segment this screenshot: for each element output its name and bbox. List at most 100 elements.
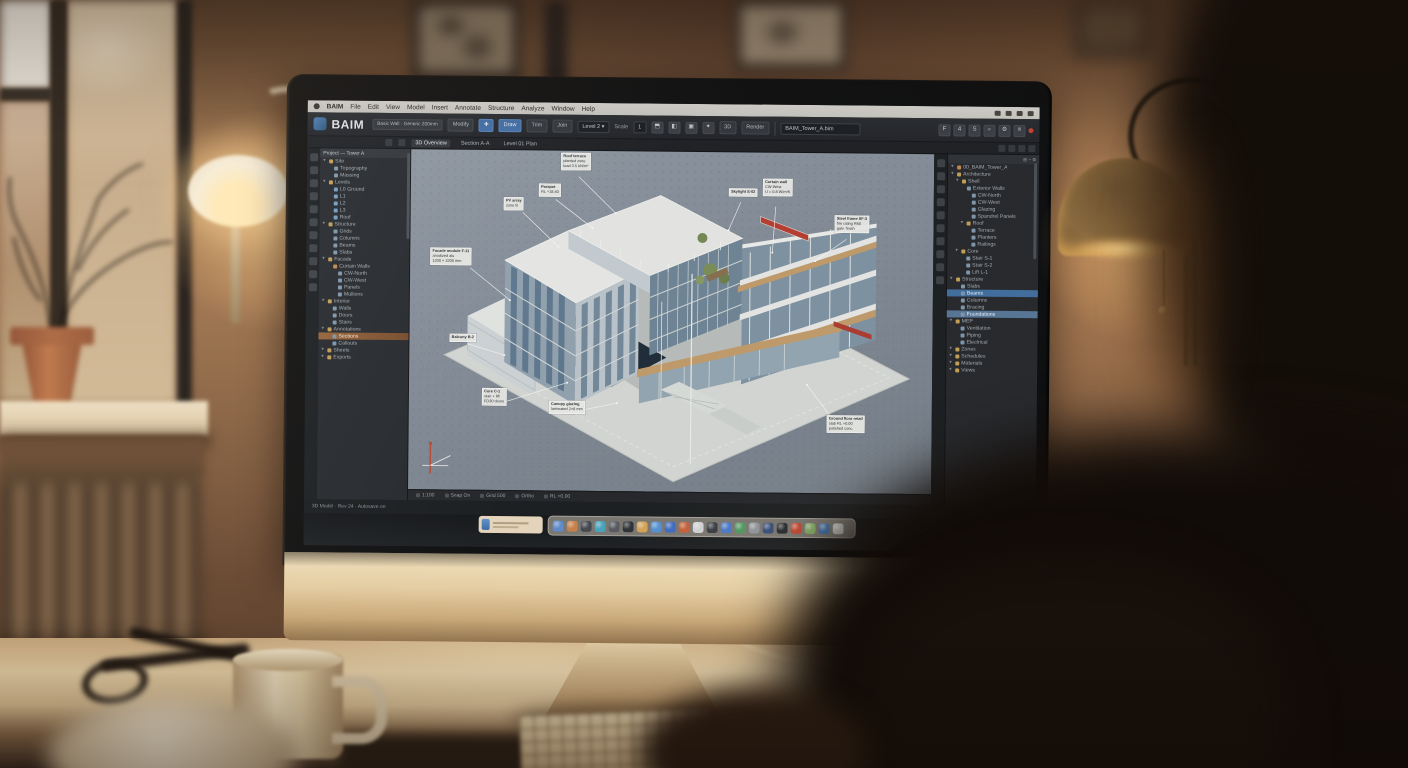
right-tool-icon-4[interactable] [936, 211, 944, 219]
dock-icon-camera[interactable] [581, 520, 592, 531]
toolbar-right-icon-2[interactable]: ≡ [1013, 124, 1025, 136]
control-center-icon[interactable] [1028, 111, 1034, 116]
left-tool-icon-10[interactable] [308, 283, 316, 291]
menu-item-baim[interactable]: BAIM [327, 103, 344, 110]
toolbar-button-trim[interactable]: Trim [526, 120, 547, 132]
dock-icon-word[interactable] [763, 522, 774, 533]
tab-level-01-plan[interactable]: Level 01 Plan [500, 140, 541, 148]
viewport-status-item[interactable]: Ortho [515, 493, 534, 499]
dock-icon-terminal[interactable] [623, 521, 634, 532]
dock-icon-appstore[interactable] [651, 521, 662, 532]
dock-icon-notes[interactable] [693, 521, 704, 532]
dock-icon-sheets[interactable] [735, 522, 746, 533]
right-tool-icon-3[interactable] [936, 198, 944, 206]
menu-item-model[interactable]: Model [407, 104, 425, 111]
draw-tool-button[interactable]: Draw [499, 120, 522, 132]
tree-row[interactable]: ▾Views [946, 366, 1037, 374]
notification-widget[interactable] [479, 516, 543, 534]
wifi-icon[interactable] [995, 110, 1001, 115]
callout-annotation[interactable]: Skylight S-02 [729, 188, 758, 196]
left-tool-icon-0[interactable] [310, 153, 318, 161]
view-control-icon-0[interactable] [998, 145, 1005, 152]
toolbar-right-icon-1[interactable]: ⚙ [998, 124, 1010, 136]
viewport-status-item[interactable]: 1:100 [416, 492, 435, 498]
viewport-status-item[interactable]: Snap On [444, 493, 470, 499]
left-tool-icon-3[interactable] [309, 192, 317, 200]
dock-icon-firefox[interactable] [679, 521, 690, 532]
dock-icon-photos[interactable] [567, 520, 578, 531]
menu-item-structure[interactable]: Structure [488, 104, 514, 111]
dock-icon-music[interactable] [819, 523, 830, 534]
menu-item-file[interactable]: File [350, 103, 361, 110]
dock-icon-folder[interactable] [637, 521, 648, 532]
left-tool-icon-8[interactable] [309, 257, 317, 265]
scale-input[interactable]: 1 [633, 121, 646, 133]
tab-section-a-a[interactable]: Section A-A [457, 139, 494, 147]
callout-annotation[interactable]: Canopy glazinglaminated 2×8 mm [549, 401, 585, 414]
right-tool-icon-1[interactable] [937, 172, 945, 180]
view-control-icon-2[interactable] [1018, 145, 1025, 152]
level-selector[interactable]: Level 2 ▾ [577, 120, 609, 132]
draw-tool-icon[interactable]: ✚ [479, 119, 494, 131]
left-tool-icon-1[interactable] [310, 166, 318, 174]
toolbar-right-icon-0[interactable]: ⌕ [983, 124, 995, 136]
right-tool-icon-6[interactable] [936, 237, 944, 245]
toolbar-icon-3[interactable]: ✦ [702, 121, 714, 133]
right-tool-icon-7[interactable] [936, 250, 944, 258]
tool-letter-s[interactable]: S [968, 124, 980, 136]
callout-annotation[interactable]: Roof terraceplanted zoneload 3.5 kN/m² [561, 153, 591, 171]
toolbar-icon-1[interactable]: ◧ [668, 121, 680, 133]
toolbar-button-join[interactable]: Join [552, 120, 572, 132]
callout-annotation[interactable]: ParapetRL +18.40 [539, 183, 561, 196]
battery-icon[interactable] [1006, 110, 1012, 115]
toolbar-icon-2[interactable]: ▣ [685, 121, 697, 133]
viewport-status-item[interactable]: RL +0.00 [544, 493, 570, 499]
view-icon[interactable] [398, 139, 405, 146]
callout-annotation[interactable]: Facade module F-11anodized alu1200 × 320… [430, 247, 471, 265]
menu-item-analyze[interactable]: Analyze [521, 105, 544, 112]
dock-icon-gray-app[interactable] [749, 522, 760, 533]
dock-icon-dark-app[interactable] [777, 522, 788, 533]
apple-menu-icon[interactable] [314, 103, 320, 109]
toolbar-icon-0[interactable]: ⬒ [651, 121, 663, 133]
viewport-3d[interactable]: Roof terraceplanted zoneload 3.5 kN/m²Pa… [408, 149, 934, 494]
dock-icon-utility[interactable] [609, 521, 620, 532]
view-control-icon-3[interactable] [1028, 145, 1035, 152]
right-tool-icon-9[interactable] [936, 276, 944, 284]
callout-annotation[interactable]: Balcony B-2 [449, 334, 476, 342]
menu-item-help[interactable]: Help [582, 105, 595, 112]
left-tool-icon-4[interactable] [309, 205, 317, 213]
tool-letter-4[interactable]: 4 [953, 124, 965, 136]
dock-icon-files[interactable] [553, 520, 564, 531]
view-control-icon-1[interactable] [1008, 145, 1015, 152]
callout-annotation[interactable]: PV arrayzone B [504, 197, 524, 210]
menu-item-view[interactable]: View [386, 103, 400, 110]
menu-item-edit[interactable]: Edit [368, 103, 379, 110]
left-tool-icon-7[interactable] [309, 244, 317, 252]
dock-icon-pages[interactable] [721, 522, 732, 533]
dock-icon-pdf[interactable] [791, 522, 802, 533]
dock-icon-browser[interactable] [595, 520, 606, 531]
menu-item-annotate[interactable]: Annotate [455, 104, 481, 111]
tree-row[interactable]: ▾Exports [318, 353, 408, 361]
left-tool-icon-6[interactable] [309, 231, 317, 239]
right-tool-icon-2[interactable] [936, 185, 944, 193]
tool-letter-f[interactable]: F [938, 124, 950, 136]
dock-icon-settings[interactable] [707, 522, 718, 533]
viewport-status-item[interactable]: Grid 500 [480, 493, 505, 499]
dock-icon-docs[interactable] [665, 521, 676, 532]
right-tool-icon-0[interactable] [937, 159, 945, 167]
callout-annotation[interactable]: Steel frame SF-3fire rating R60galv. fin… [834, 215, 869, 233]
callout-annotation[interactable]: Core C-1stair + liftFD30 doors [482, 388, 507, 406]
menu-item-insert[interactable]: Insert [432, 104, 448, 111]
callout-annotation[interactable]: Curtain wallCW-WestU = 0.8 W/m²K [763, 179, 793, 197]
menu-item-window[interactable]: Window [551, 105, 574, 112]
dock-icon-finder[interactable] [833, 523, 844, 534]
wall-type-selector[interactable]: Basic Wall · Generic 200mm [372, 119, 443, 131]
view-icon[interactable] [385, 139, 392, 146]
clock-icon[interactable] [1017, 111, 1023, 116]
toolbar-button-3d[interactable]: 3D [719, 122, 736, 134]
filename-field[interactable]: BAIM_Tower_A.bim [780, 122, 860, 135]
dock-icon-maps[interactable] [805, 522, 816, 533]
tab-3d-overview[interactable]: 3D Overview [411, 139, 451, 147]
